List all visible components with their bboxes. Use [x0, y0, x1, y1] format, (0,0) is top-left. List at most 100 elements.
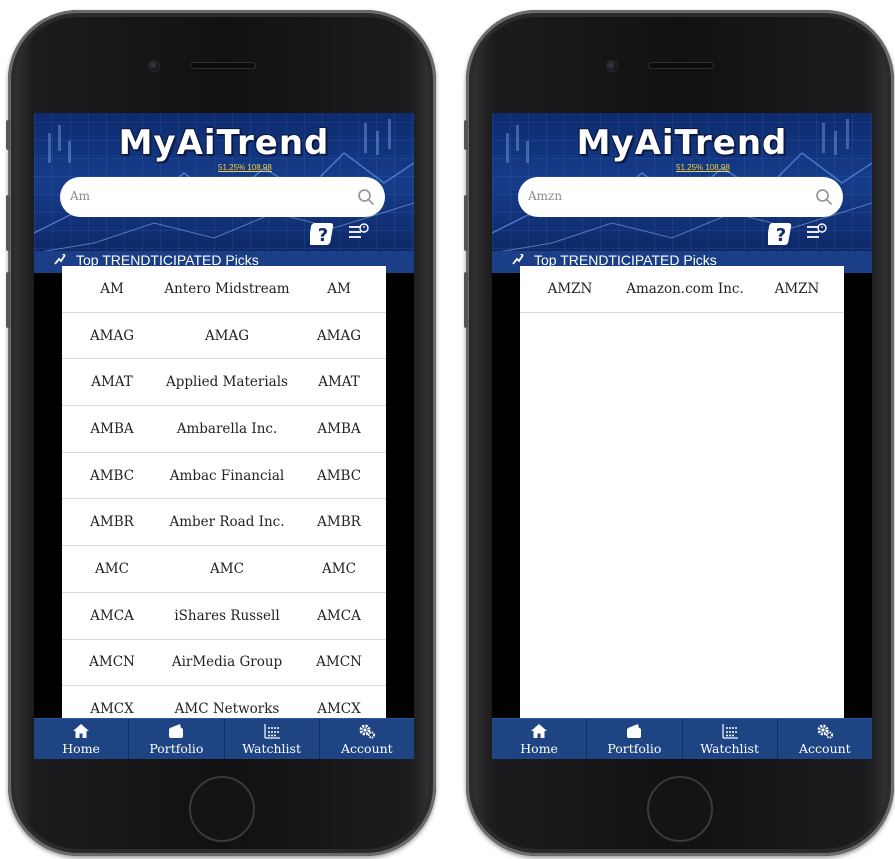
device-home-button[interactable]: [647, 776, 713, 842]
tab-account[interactable]: Account: [778, 719, 872, 759]
recent-list-icon[interactable]: [348, 222, 370, 242]
bottom-tab-bar: Home Portfolio Watchlist Account: [492, 718, 872, 759]
mute-switch: [464, 120, 468, 150]
volume-up-button: [6, 195, 10, 251]
app-logo: MyAiTrend: [118, 123, 330, 163]
tab-home-label: Home: [520, 741, 558, 756]
result-row[interactable]: AMAT Applied Materials AMAT: [62, 359, 386, 407]
volume-down-button: [464, 272, 468, 328]
result-row[interactable]: AM Antero Midstream AM: [62, 266, 386, 313]
search-icon[interactable]: [815, 188, 833, 206]
result-company-name: Ambac Financial: [169, 467, 285, 484]
tab-portfolio-label: Portfolio: [149, 741, 204, 756]
result-row[interactable]: AMCA iShares Russell AMCA: [62, 593, 386, 640]
result-row[interactable]: AMZN Amazon.com Inc. AMZN: [520, 266, 844, 313]
phone-right: MyAiTrend 51.25% 108.98 Amzn ? Top TREND…: [464, 10, 894, 856]
tab-portfolio[interactable]: Portfolio: [129, 719, 225, 759]
search-input[interactable]: Amzn: [528, 189, 562, 203]
logo-ticker-text: 51.25% 108.98: [676, 163, 730, 172]
result-company-name: Amazon.com Inc.: [626, 280, 744, 297]
result-symbol: AMCX: [90, 701, 134, 718]
search-input[interactable]: Am: [70, 189, 90, 203]
result-symbol: AMZN: [547, 280, 593, 297]
search-icon[interactable]: [357, 188, 375, 206]
home-icon: [531, 724, 548, 738]
svg-text:?: ?: [776, 225, 786, 246]
result-row[interactable]: AMBA Ambarella Inc. AMBA: [62, 406, 386, 453]
result-ticker: AMBA: [317, 420, 361, 437]
recent-list-icon[interactable]: [806, 222, 828, 242]
result-row[interactable]: AMAG AMAG AMAG: [62, 313, 386, 360]
result-symbol: AMAT: [91, 374, 133, 391]
portfolio-icon: [627, 724, 642, 738]
tab-account-label: Account: [799, 741, 851, 756]
search-field[interactable]: Amzn: [518, 177, 843, 217]
tab-home[interactable]: Home: [34, 719, 130, 759]
result-row[interactable]: AMBC Ambac Financial AMBC: [62, 453, 386, 500]
result-company-name: Ambarella Inc.: [176, 420, 278, 437]
result-symbol: AMC: [95, 560, 129, 577]
app-header: MyAiTrend 51.25% 108.98 Amzn ?: [492, 113, 872, 267]
result-company-name: AMC: [210, 560, 244, 577]
search-results-list: AM Antero Midstream AM AMAG AMAG AMAG AMAT Ap…: [62, 266, 386, 718]
result-ticker: AMCX: [317, 701, 361, 718]
result-ticker: AMZN: [774, 280, 820, 297]
tab-account[interactable]: Account: [320, 719, 414, 759]
tab-portfolio[interactable]: Portfolio: [587, 719, 683, 759]
result-row[interactable]: AMC AMC AMC: [62, 546, 386, 593]
app-screen: MyAiTrend 51.25% 108.98 Amzn ? Top TREND…: [492, 113, 872, 759]
bottom-tab-bar: Home Portfolio Watchlist Account: [34, 718, 414, 759]
result-symbol: AMCN: [89, 654, 135, 671]
result-symbol: AMBA: [90, 420, 134, 437]
mute-switch: [6, 120, 10, 150]
trend-arrow-icon: [54, 254, 66, 265]
watchlist-icon: [722, 724, 738, 739]
app-logo: MyAiTrend: [576, 123, 788, 163]
earpiece-speaker: [190, 62, 256, 69]
watchlist-icon: [264, 724, 280, 739]
result-symbol: AM: [100, 280, 124, 297]
help-icon[interactable]: ?: [310, 221, 336, 247]
front-camera: [148, 60, 160, 72]
search-results-list: AMZN Amazon.com Inc. AMZN: [520, 266, 844, 718]
result-row[interactable]: AMBR Amber Road Inc. AMBR: [62, 499, 386, 547]
volume-down-button: [6, 272, 10, 328]
result-ticker: AMBC: [316, 467, 362, 484]
result-company-name: AMC Networks: [174, 701, 280, 718]
home-icon: [73, 724, 90, 738]
phone-left: MyAiTrend 51.25% 108.98 Am ? Top TRENDTI…: [6, 10, 436, 856]
result-ticker: AMC: [322, 560, 356, 577]
result-ticker: AMCN: [316, 654, 362, 671]
result-company-name: AirMedia Group: [171, 654, 283, 671]
portfolio-icon: [169, 724, 184, 738]
tab-watchlist[interactable]: Watchlist: [683, 719, 778, 759]
svg-text:?: ?: [318, 225, 328, 246]
result-symbol: AMCA: [90, 607, 134, 624]
tab-home[interactable]: Home: [492, 719, 588, 759]
result-symbol: AMAG: [89, 327, 135, 344]
account-gears-icon: [817, 724, 833, 739]
result-row[interactable]: AMCX AMC Networks AMCX: [62, 686, 386, 718]
tab-portfolio-label: Portfolio: [607, 741, 662, 756]
trend-arrow-icon: [512, 254, 524, 265]
earpiece-speaker: [648, 62, 714, 69]
result-symbol: AMBC: [89, 467, 135, 484]
search-field[interactable]: Am: [60, 177, 385, 217]
volume-up-button: [464, 195, 468, 251]
app-screen: MyAiTrend 51.25% 108.98 Am ? Top TRENDTI…: [34, 113, 414, 759]
logo-ticker-text: 51.25% 108.98: [218, 163, 272, 172]
device-home-button[interactable]: [189, 776, 255, 842]
result-ticker: AMCA: [317, 607, 361, 624]
tab-home-label: Home: [62, 741, 100, 756]
result-symbol: AMBR: [90, 514, 134, 531]
result-company-name: Amber Road Inc.: [169, 514, 285, 531]
tab-watchlist[interactable]: Watchlist: [225, 719, 320, 759]
result-ticker: AM: [327, 280, 351, 297]
front-camera: [606, 60, 618, 72]
result-company-name: Antero Midstream: [164, 280, 290, 297]
tab-account-label: Account: [341, 741, 393, 756]
result-row[interactable]: AMCN AirMedia Group AMCN: [62, 640, 386, 687]
tab-watchlist-label: Watchlist: [242, 741, 301, 756]
help-icon[interactable]: ?: [768, 221, 794, 247]
result-ticker: AMBR: [317, 514, 361, 531]
